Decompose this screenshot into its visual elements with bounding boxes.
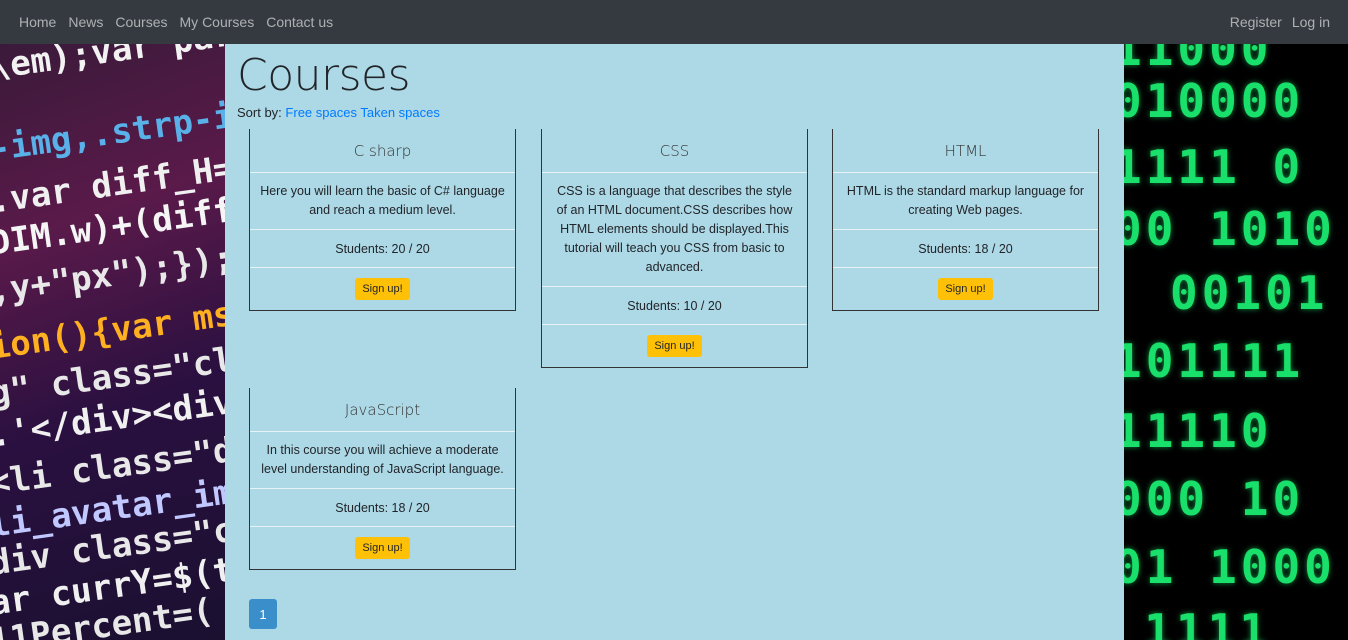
sort-free-spaces-link[interactable]: Free spaces [285,105,357,120]
bg-binary-line: 00101 [1170,266,1329,320]
sign-up-button[interactable]: Sign up! [647,335,702,357]
bg-binary-line: 11110 [1124,404,1273,458]
bg-binary-line: 1111 0 [1124,140,1305,194]
course-students: Students: 18 / 20 [250,489,515,527]
bg-binary-line: 01 1000 [1124,540,1336,594]
bg-binary-line: 00 1010 [1124,202,1336,256]
nav-right: Register Log in [1225,0,1330,44]
bg-binary-line: 000 10 [1124,472,1305,526]
nav-home-link[interactable]: Home [19,0,62,44]
course-footer: Sign up! [833,268,1098,310]
course-description: In this course you will achieve a modera… [250,432,515,489]
background-binary-image: 11000 010000 1111 0 00 1010 00101 101111… [1124,44,1348,640]
course-description: CSS is a language that describes the sty… [542,173,807,287]
sort-label: Sort by: [237,105,282,120]
bg-binary-line: 11000 [1124,44,1273,76]
sign-up-button[interactable]: Sign up! [355,537,410,559]
course-description: HTML is the standard markup language for… [833,173,1098,230]
nav-my-courses-link[interactable]: My Courses [174,0,261,44]
bg-code-line: \em);var par [0,44,225,88]
pagination-page-button[interactable]: 1 [249,599,277,629]
course-footer: Sign up! [250,527,515,569]
course-card-css: CSS CSS is a language that describes the… [541,129,808,368]
top-navbar: Home News Courses My Courses Contact us … [0,0,1348,44]
nav-courses-link[interactable]: Courses [109,0,173,44]
course-card-csharp: C sharp Here you will learn the basic of… [249,129,516,311]
course-card-html: HTML HTML is the standard markup languag… [832,129,1099,311]
nav-contact-link[interactable]: Contact us [260,0,339,44]
course-students: Students: 10 / 20 [542,287,807,325]
course-description: Here you will learn the basic of C# lang… [250,173,515,230]
nav-login-link[interactable]: Log in [1287,0,1330,44]
bg-binary-line: 010000 [1124,74,1305,128]
course-title: JavaScript [250,388,515,432]
sign-up-button[interactable]: Sign up! [355,278,410,300]
background-code-image: \em);var par -img,.strp-i .var diff_H= D… [0,44,225,640]
nav-left: Home News Courses My Courses Contact us [19,0,339,44]
course-footer: Sign up! [250,268,515,310]
sign-up-button[interactable]: Sign up! [938,278,993,300]
main-content: Courses Sort by: Free spaces Taken space… [225,44,1124,640]
page-title: Courses [237,50,411,101]
course-card-javascript: JavaScript In this course you will achie… [249,388,516,570]
course-title: HTML [833,129,1098,173]
course-title: CSS [542,129,807,173]
course-students: Students: 20 / 20 [250,230,515,268]
bg-binary-line: 101111 [1124,334,1305,388]
nav-news-link[interactable]: News [62,0,109,44]
course-footer: Sign up! [542,325,807,367]
sort-taken-spaces-link[interactable]: Taken spaces [360,105,440,120]
course-students: Students: 18 / 20 [833,230,1098,268]
nav-register-link[interactable]: Register [1225,0,1287,44]
course-title: C sharp [250,129,515,173]
bg-binary-line: 1111 [1144,604,1271,640]
sort-row: Sort by: Free spaces Taken spaces [237,105,440,120]
